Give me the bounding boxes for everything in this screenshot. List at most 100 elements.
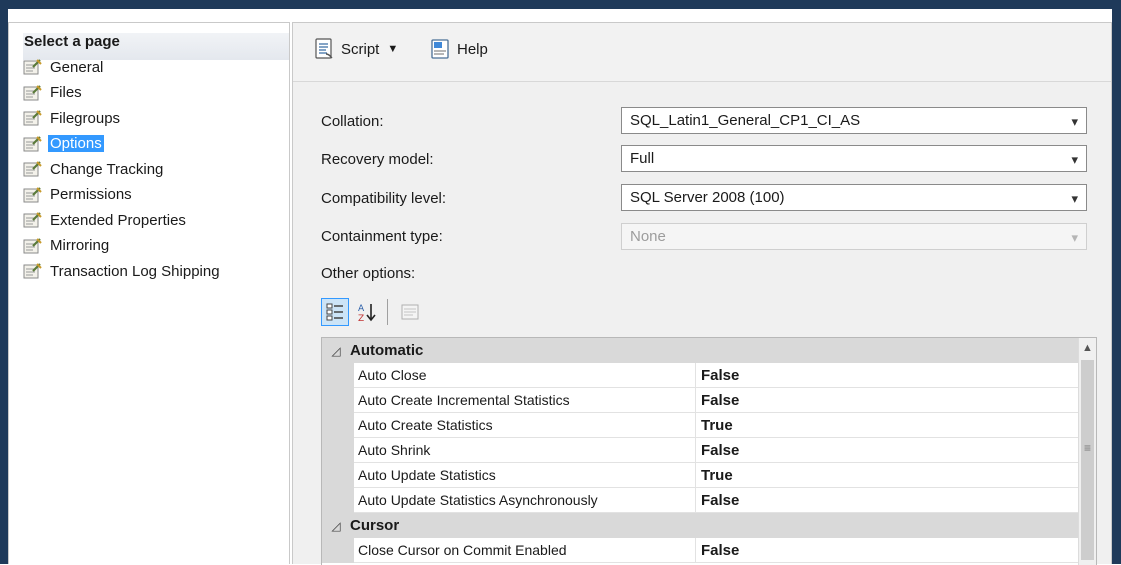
property-row[interactable]: Auto Close False [322, 363, 1079, 388]
script-label: Script [341, 40, 380, 58]
script-icon [315, 38, 333, 59]
properties-page-icon [23, 161, 42, 177]
properties-page-icon [23, 212, 42, 228]
containment-type-select: None ▾ [621, 223, 1087, 250]
alphabetical-button[interactable]: A Z [353, 298, 381, 326]
page-item-label: Filegroups [50, 109, 121, 127]
property-pages-button [396, 298, 424, 326]
help-button[interactable]: Help [429, 35, 488, 63]
page-item-label: Extended Properties [50, 211, 186, 229]
compatibility-level-value: SQL Server 2008 (100) [630, 189, 785, 206]
recovery-model-select[interactable]: Full ▾ [621, 145, 1087, 172]
property-name: Auto Update Statistics Asynchronously [354, 488, 696, 513]
chevron-down-icon: ▾ [1071, 230, 1078, 245]
property-value[interactable]: True [696, 413, 1079, 438]
page-item[interactable]: Transaction Log Shipping [23, 260, 222, 282]
page-item[interactable]: General [23, 56, 105, 78]
property-name: Auto Create Incremental Statistics [354, 388, 696, 413]
page-item-label: Files [50, 84, 82, 101]
recovery-model-label: Recovery model: [321, 151, 434, 168]
categorized-button[interactable] [321, 298, 349, 326]
help-label: Help [457, 40, 488, 58]
svg-text:Z: Z [358, 314, 364, 323]
property-name: Close Cursor on Commit Enabled [354, 538, 696, 563]
scrollbar-thumb[interactable]: ≡ [1081, 360, 1094, 560]
scroll-grip-icon: ≡ [1083, 441, 1091, 455]
page-item-label: General [50, 58, 104, 76]
property-value[interactable]: False [696, 388, 1079, 413]
property-value[interactable]: False [696, 538, 1079, 563]
toolbar-separator [387, 299, 388, 325]
page-item[interactable]: Mirroring [23, 235, 111, 257]
collapse-icon[interactable]: ◿ [322, 344, 350, 358]
row-margin [322, 488, 354, 513]
properties-page-icon [23, 135, 42, 151]
page-item[interactable]: Filegroups [23, 107, 122, 129]
grid-toolbar: A Z [321, 297, 428, 327]
chevron-down-icon: ▾ [1071, 191, 1078, 206]
page-item-label: Mirroring [50, 237, 110, 254]
compatibility-level-select[interactable]: SQL Server 2008 (100) ▾ [621, 184, 1087, 211]
property-value[interactable]: False [696, 363, 1079, 388]
property-row[interactable]: Close Cursor on Commit Enabled False [322, 538, 1079, 563]
property-value[interactable]: False [696, 488, 1079, 513]
property-grid: ◿ Automatic Auto Close False Auto Create Inc… [321, 337, 1097, 565]
vertical-scrollbar[interactable]: ▲ ≡ [1078, 338, 1096, 565]
script-dropdown-arrow[interactable]: ▼ [387, 43, 398, 55]
page-item-label: Change Tracking [50, 160, 164, 178]
collapse-icon[interactable]: ◿ [322, 519, 350, 533]
toolbar: Script ▼ Help [293, 23, 1111, 82]
script-button[interactable]: Script ▼ [313, 35, 398, 63]
property-row[interactable]: Auto Create Incremental Statistics False [322, 388, 1079, 413]
category-name: Automatic [350, 342, 424, 359]
containment-type-value: None [630, 228, 666, 245]
row-margin [322, 388, 354, 413]
property-value[interactable]: True [696, 463, 1079, 488]
property-value[interactable]: False [696, 438, 1079, 463]
row-margin [322, 538, 354, 563]
svg-text:A: A [358, 304, 365, 314]
compatibility-level-label: Compatibility level: [321, 190, 447, 207]
property-pages-icon [401, 304, 419, 320]
category-row[interactable]: ◿ Cursor [322, 513, 1079, 538]
categorized-view-icon [326, 303, 343, 321]
property-name: Auto Create Statistics [354, 413, 696, 438]
property-name: Auto Shrink [354, 438, 696, 463]
other-options-label: Other options: [321, 265, 416, 282]
row-margin [322, 413, 354, 438]
page-item[interactable]: Files [23, 82, 84, 104]
scroll-up-icon[interactable]: ▲ [1079, 342, 1096, 354]
category-name: Cursor [350, 517, 400, 534]
property-row[interactable]: Auto Update Statistics Asynchronously Fal… [322, 488, 1079, 513]
property-name: Auto Close [354, 363, 696, 388]
properties-page-icon [23, 110, 42, 126]
property-row[interactable]: Auto Update Statistics True [322, 463, 1079, 488]
properties-page-icon [23, 263, 42, 279]
page-item[interactable]: Extended Properties [23, 209, 188, 231]
property-grid-rows: ◿ Automatic Auto Close False Auto Create Inc… [322, 338, 1079, 563]
chevron-down-icon: ▾ [1071, 152, 1078, 167]
page-item-label: Permissions [50, 186, 132, 203]
help-icon [431, 39, 449, 59]
collation-label: Collation: [321, 113, 384, 130]
collation-select[interactable]: SQL_Latin1_General_CP1_CI_AS ▾ [621, 107, 1087, 134]
options-pane: Script ▼ Help Collation: SQL_Latin1_Gene… [292, 22, 1112, 565]
property-name: Auto Update Statistics [354, 463, 696, 488]
category-row[interactable]: ◿ Automatic [322, 338, 1079, 363]
page-item-label: Options [48, 135, 104, 152]
row-margin [322, 363, 354, 388]
row-margin [322, 438, 354, 463]
page-item[interactable]: Permissions [23, 184, 134, 206]
page-item[interactable]: Options [23, 133, 104, 155]
page-selector-pane: Select a page General Files Filegroups Opti… [8, 22, 290, 564]
property-row[interactable]: Auto Shrink False [322, 438, 1079, 463]
properties-page-icon [23, 186, 42, 202]
page-item[interactable]: Change Tracking [23, 158, 165, 180]
row-margin [322, 463, 354, 488]
window-frame-right [1112, 0, 1121, 564]
properties-page-icon [23, 59, 42, 75]
window-frame-left [0, 0, 8, 564]
property-row[interactable]: Auto Create Statistics True [322, 413, 1079, 438]
chevron-down-icon: ▾ [1071, 114, 1078, 129]
recovery-model-value: Full [630, 150, 655, 167]
